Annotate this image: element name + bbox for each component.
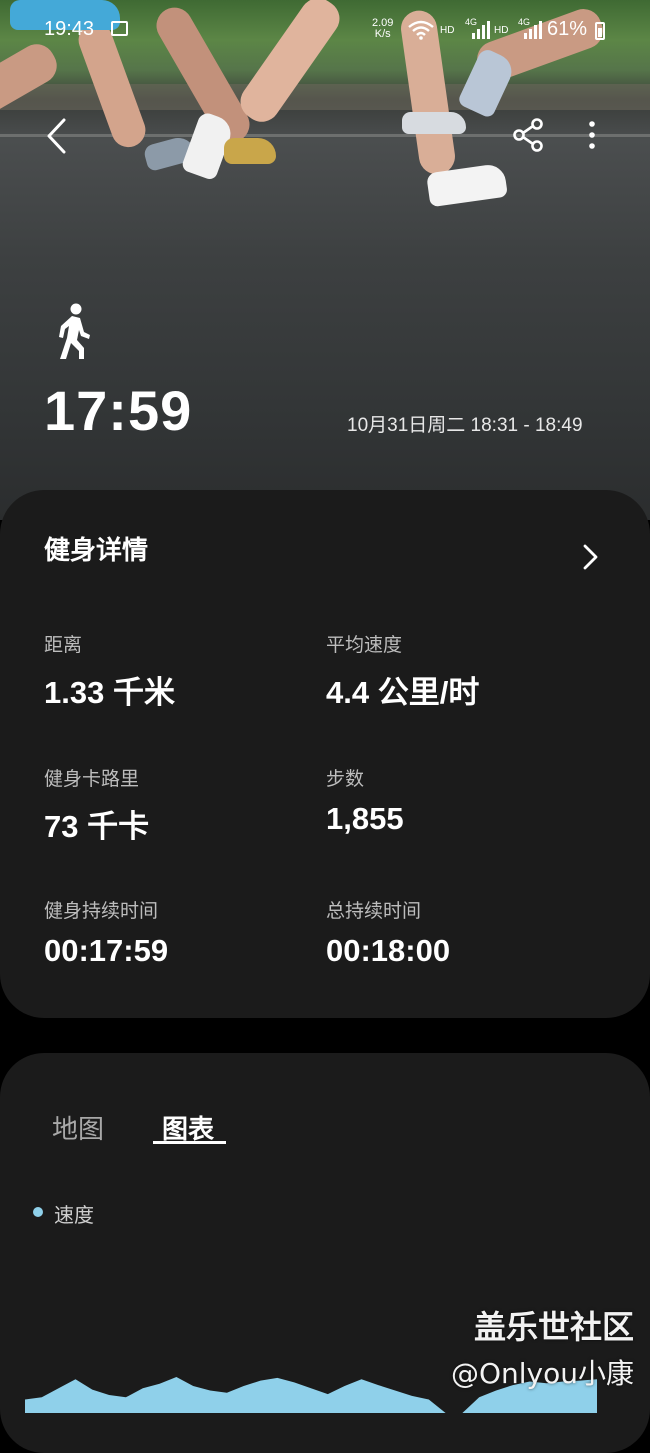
details-title: 健身详情	[44, 536, 149, 566]
workout-date-range: 10月31日周二 18:31 - 18:49	[347, 415, 583, 436]
legend-dot-speed	[33, 1207, 43, 1217]
metric-label: 总持续时间	[326, 900, 422, 922]
metric-label: 距离	[44, 634, 83, 656]
more-options-icon[interactable]	[582, 118, 602, 152]
chevron-right-icon[interactable]	[580, 542, 600, 572]
network-speed: 2.09 K/s	[372, 18, 393, 40]
walking-icon	[59, 303, 90, 359]
battery-percent: 61%	[547, 18, 588, 40]
metric-value: 73 千卡	[44, 809, 150, 844]
metric-steps: 步数 1,855	[326, 764, 404, 837]
status-bar: 19:43 2.09 K/s HD 4G HD 4G 61%	[0, 0, 650, 60]
metric-total-duration: 总持续时间 00:18:00	[326, 896, 450, 969]
metric-value: 1,855	[326, 801, 404, 836]
metric-avg-speed: 平均速度 4.4 公里/时	[326, 630, 479, 712]
tab-selected-indicator	[153, 1141, 226, 1144]
metric-label: 平均速度	[326, 634, 403, 656]
legend-label-speed: 速度	[54, 1203, 94, 1227]
gallery-notification-icon	[111, 21, 128, 36]
status-time: 19:43	[44, 18, 95, 40]
metric-value: 1.33 千米	[44, 675, 175, 710]
photo-road-line	[0, 134, 650, 137]
runner-shoe	[224, 138, 276, 164]
metric-value: 00:17:59	[44, 933, 169, 968]
wifi-icon	[408, 20, 434, 40]
signal-icon-1	[472, 21, 490, 39]
metric-label: 健身持续时间	[44, 900, 159, 922]
back-icon[interactable]	[40, 116, 74, 156]
tab-map[interactable]: 地图	[52, 1109, 104, 1146]
metric-value: 4.4 公里/时	[326, 675, 480, 710]
metric-distance: 距离 1.33 千米	[44, 630, 175, 712]
network-speed-unit: K/s	[374, 28, 391, 40]
battery-icon	[595, 22, 605, 40]
metric-label: 健身卡路里	[44, 768, 140, 790]
watermark-community: 盖乐世社区	[473, 1308, 634, 1346]
hd-indicator-2: HD	[494, 25, 509, 36]
metric-calories: 健身卡路里 73 千卡	[44, 764, 149, 846]
metric-label: 步数	[326, 768, 365, 790]
hd-indicator-1: HD	[440, 25, 455, 36]
share-icon[interactable]	[512, 118, 544, 152]
runner-shoe	[402, 112, 466, 134]
watermark-user: @Onlyou小康	[450, 1357, 634, 1390]
signal-icon-2	[524, 21, 542, 39]
metric-workout-duration: 健身持续时间 00:17:59	[44, 896, 168, 969]
workout-details-card: 健身详情 距离 1.33 千米 平均速度 4.4 公里/时 健身卡路里 73 千…	[0, 490, 650, 1018]
map-chart-card: 地图 图表 速度	[0, 1053, 650, 1453]
workout-duration: 17:59	[44, 379, 193, 442]
metric-value: 00:18:00	[326, 933, 451, 968]
